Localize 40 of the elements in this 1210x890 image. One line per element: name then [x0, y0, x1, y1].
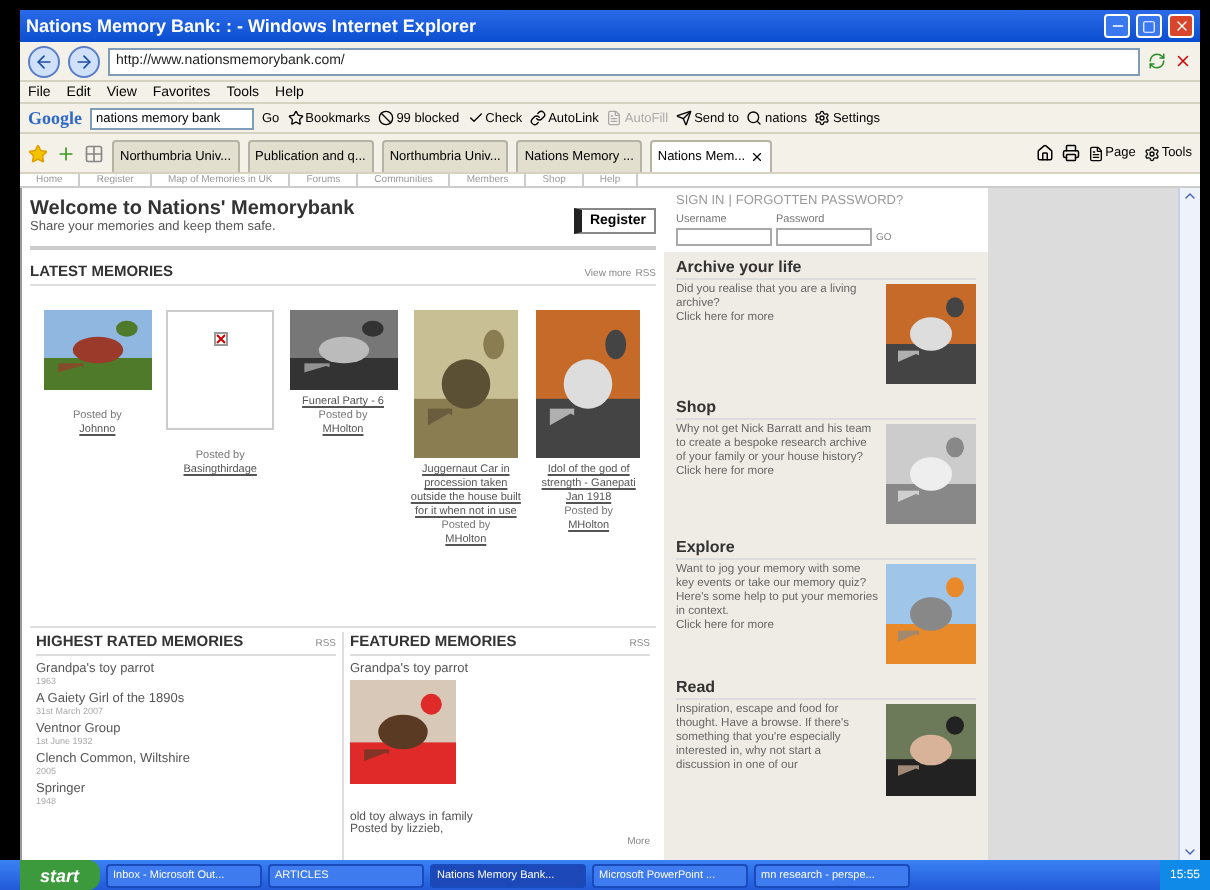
start-button[interactable]: start	[20, 860, 100, 890]
blocked-icon	[378, 110, 395, 126]
promo-title: Archive your life	[676, 258, 976, 280]
maximize-button[interactable]	[1136, 14, 1162, 38]
settings-icon	[1143, 145, 1160, 161]
forward-arrow-icon	[74, 51, 94, 71]
welcome-title: Welcome to Nations' Memorybank	[30, 198, 355, 220]
close-icon	[1173, 18, 1189, 34]
printer-icon[interactable]	[1061, 144, 1080, 162]
settings-icon	[814, 110, 831, 126]
tab-grid-icon[interactable]	[84, 143, 104, 163]
password-field[interactable]	[776, 228, 872, 246]
send-icon	[676, 110, 693, 126]
forward-button[interactable]	[68, 45, 100, 77]
close-icon[interactable]	[749, 150, 764, 164]
refresh-icon[interactable]	[1148, 52, 1166, 70]
close-button[interactable]	[1168, 14, 1194, 38]
promo-title: Shop	[676, 398, 976, 420]
star-icon[interactable]	[28, 143, 48, 163]
username-field[interactable]	[676, 228, 772, 246]
page-icon	[1087, 145, 1104, 161]
stop-icon[interactable]	[1174, 52, 1192, 70]
google-logo: Google	[28, 108, 82, 128]
back-arrow-icon	[34, 51, 54, 71]
promo-title: Read	[676, 678, 976, 700]
minimize-button[interactable]	[1104, 14, 1130, 38]
window-title: Nations Memory Bank: : - Windows Internet Explorer	[26, 16, 478, 36]
scroll-down-icon[interactable]	[1182, 844, 1198, 860]
link-icon	[530, 110, 547, 126]
promo-title: Explore	[676, 538, 976, 560]
star-icon	[287, 110, 304, 126]
back-button[interactable]	[28, 45, 60, 77]
add-favorite-icon[interactable]	[56, 143, 76, 163]
checkmark-icon	[467, 110, 484, 126]
maximize-icon	[1142, 19, 1156, 33]
search-icon	[746, 110, 763, 126]
home-icon[interactable]	[1035, 144, 1054, 162]
scroll-up-icon[interactable]	[1182, 188, 1198, 204]
broken-image-icon	[213, 332, 228, 346]
document-icon	[606, 110, 623, 126]
